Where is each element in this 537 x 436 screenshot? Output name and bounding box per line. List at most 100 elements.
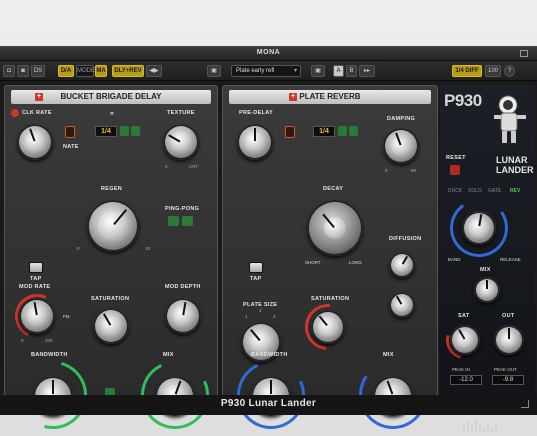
- peak-out-label: PEAK OUT: [494, 367, 517, 372]
- mod-depth-label: MOD DEPTH: [165, 284, 201, 290]
- ab-a-button[interactable]: A: [333, 65, 344, 77]
- regen-knob[interactable]: [87, 200, 139, 252]
- preset-select[interactable]: Plate early refl ▾: [231, 65, 301, 77]
- master-sat-label: SAT: [458, 313, 470, 319]
- ping-pong-left-button[interactable]: [168, 216, 179, 226]
- auto-button[interactable]: D/A: [58, 65, 74, 77]
- clk-rate-led[interactable]: [11, 109, 19, 117]
- plate-saturation-label: SATURATION: [311, 296, 350, 302]
- bbd-saturation-knob[interactable]: [93, 308, 129, 344]
- peak-in-label: PEAK IN: [452, 367, 470, 372]
- peak-in-value[interactable]: -12.0: [450, 375, 482, 385]
- bbd-sync-up-button[interactable]: [120, 126, 129, 136]
- master-mix-knob[interactable]: [474, 277, 500, 303]
- ab-b-button[interactable]: B: [346, 65, 357, 77]
- mod-rate-label: MOD RATE: [19, 284, 51, 290]
- plate-bandwidth-label: BANDWIDTH: [251, 352, 288, 358]
- bbd-tap-button[interactable]: [29, 262, 43, 273]
- plate-mix-in-label: IN: [359, 422, 364, 427]
- plate-mix-label: MIX: [383, 352, 394, 358]
- nate-label: NATE: [63, 144, 79, 150]
- plate-sync-display[interactable]: 1/4: [313, 126, 335, 137]
- load-preset-icon[interactable]: ▣: [311, 65, 325, 77]
- mod-rate-min: 0: [21, 338, 24, 343]
- bbd-mix-out-label: OUT: [195, 422, 205, 427]
- mod-depth-knob[interactable]: [165, 298, 201, 334]
- brand-lunar: LUNAR: [496, 155, 528, 165]
- mod-rate-max: 200: [45, 338, 53, 343]
- route-gate[interactable]: GATE: [488, 188, 501, 194]
- master-sat-knob[interactable]: [450, 325, 480, 355]
- toolbar-button-a[interactable]: ◘: [3, 65, 15, 77]
- damping-max: 6K: [411, 168, 417, 173]
- texture-max-label: CRT: [189, 164, 199, 169]
- ab-copy-button[interactable]: ▸▸: [359, 65, 375, 77]
- fm-label: FM: [63, 314, 70, 319]
- plate-reverb-panel: + PLATE REVERB PRE-DELAY 1/4 DAMPING 0 6…: [222, 85, 438, 436]
- bbd-power-icon[interactable]: +: [35, 93, 43, 101]
- save-preset-icon[interactable]: ▣: [207, 65, 221, 77]
- route-solo[interactable]: SOLO: [468, 188, 482, 194]
- link-icon[interactable]: ⚭: [109, 110, 123, 119]
- diffusion-knob-2[interactable]: [389, 292, 415, 318]
- bbd-hp-label: HP: [15, 422, 22, 427]
- bbd-mix-in-label: IN: [141, 422, 146, 427]
- master-out-label: OUT: [502, 313, 515, 319]
- preset-nav-arrows[interactable]: ◀▶: [146, 65, 162, 77]
- plate-tap-label: TAP: [250, 276, 262, 282]
- sync-toggle[interactable]: [65, 126, 75, 138]
- plate-sync-toggle[interactable]: [285, 126, 295, 138]
- plate-header: + PLATE REVERB: [229, 90, 431, 104]
- decay-label: DECAY: [323, 186, 344, 192]
- clk-rate-label: CLK RATE: [22, 110, 52, 116]
- toolbar-button-ds[interactable]: DS: [31, 65, 45, 77]
- bbd-mix-label: MIX: [163, 352, 174, 358]
- bucket-brigade-delay-panel: + BUCKET BRIGADE DELAY CLK RATE NATE 1/4…: [4, 85, 219, 436]
- bbd-sync-display[interactable]: 1/4: [95, 126, 117, 137]
- background-waveform: [460, 416, 530, 434]
- band-release-knob[interactable]: [462, 211, 496, 245]
- latency-button[interactable]: 1/4 DIFF: [452, 65, 482, 77]
- diffusion-knob-1[interactable]: [389, 252, 415, 278]
- damping-knob[interactable]: [383, 128, 419, 164]
- plate-power-icon[interactable]: +: [289, 93, 297, 101]
- regen-tick-0: 0: [77, 246, 80, 251]
- bbd-header: + BUCKET BRIGADE DELAY: [11, 90, 211, 104]
- ping-pong-right-button[interactable]: [182, 216, 193, 226]
- plate-saturation-knob[interactable]: [311, 310, 345, 344]
- mod-rate-knob[interactable]: [19, 298, 55, 334]
- decay-knob[interactable]: [307, 200, 363, 256]
- pre-delay-label: PRE-DELAY: [239, 110, 273, 116]
- route-duck[interactable]: DUCK: [448, 188, 462, 194]
- plugin-window: MONA ◘ ◙ DS D/A MODE MA DLY+REV ◀▶ ▣ Pla…: [0, 46, 537, 436]
- preset-name: Plate early refl: [236, 68, 275, 74]
- help-button[interactable]: ?: [504, 65, 515, 77]
- plate-hpf-label: HPF: [233, 422, 242, 427]
- toolbar-button-b[interactable]: ◙: [17, 65, 29, 77]
- toolbar: ◘ ◙ DS D/A MODE MA DLY+REV ◀▶ ▣ Plate ea…: [0, 61, 537, 81]
- decay-short-label: SHORT: [305, 260, 321, 265]
- peak-out-value[interactable]: -9.8: [492, 375, 524, 385]
- plate-tap-button[interactable]: [249, 262, 263, 273]
- plate-sync-down-button[interactable]: [349, 126, 358, 136]
- resize-handle-icon[interactable]: [521, 400, 529, 408]
- route-rev[interactable]: REV: [510, 188, 520, 194]
- bbd-sync-down-button[interactable]: [131, 126, 140, 136]
- reset-label: RESET: [446, 155, 466, 161]
- preset-category-button[interactable]: DLY+REV: [112, 65, 144, 77]
- window-resize-icon[interactable]: [520, 50, 528, 57]
- master-out-knob[interactable]: [494, 325, 524, 355]
- logo: P930: [444, 91, 482, 110]
- chevron-down-icon: ▾: [293, 68, 297, 74]
- release-label: RELEASE: [500, 257, 521, 262]
- plate-sync-up-button[interactable]: [338, 126, 347, 136]
- mode-value-button[interactable]: MA: [95, 65, 107, 77]
- reset-button[interactable]: [450, 165, 460, 175]
- pre-delay-knob[interactable]: [237, 124, 273, 160]
- texture-knob[interactable]: [163, 124, 199, 160]
- clk-rate-knob[interactable]: [17, 124, 53, 160]
- diffusion-label: DIFFUSION: [389, 236, 422, 242]
- zoom-button[interactable]: 100: [485, 65, 501, 77]
- texture-label: TEXTURE: [167, 110, 195, 116]
- plugin-name: P930 Lunar Lander: [220, 398, 317, 409]
